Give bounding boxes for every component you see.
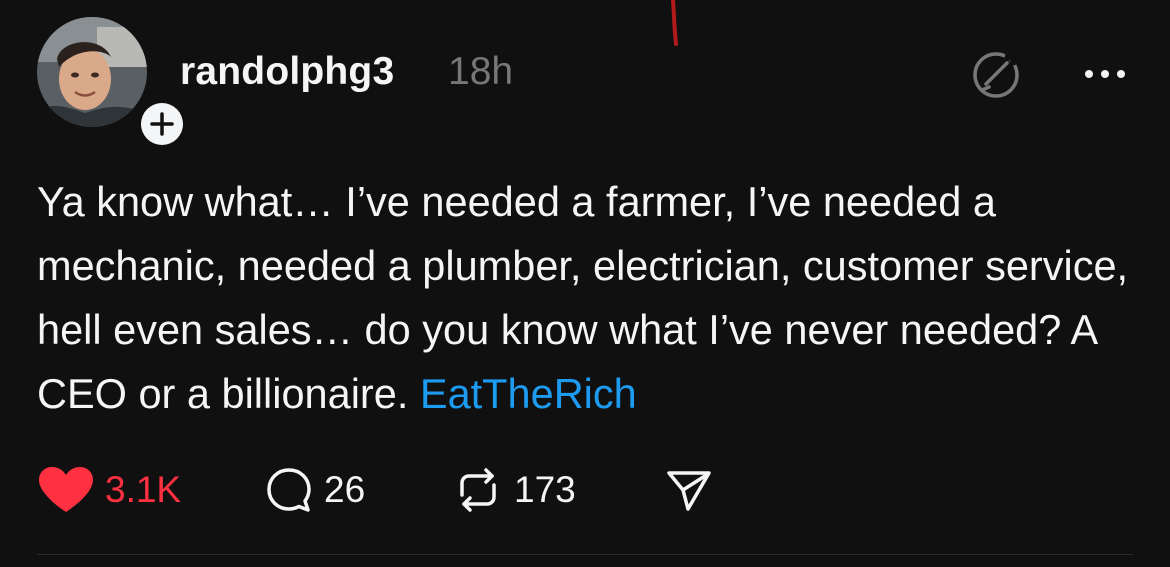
avatar-photo — [37, 17, 147, 127]
divider — [37, 554, 1133, 555]
reply-button[interactable]: 26 — [264, 465, 365, 515]
red-pen-mark — [671, 0, 678, 46]
repost-count: 173 — [514, 469, 576, 510]
like-count: 3.1K — [105, 469, 182, 510]
reply-count: 26 — [324, 469, 366, 510]
send-icon — [667, 471, 711, 511]
repost-icon — [460, 468, 496, 512]
repost-button[interactable]: 173 — [452, 465, 576, 515]
hashtag-link[interactable]: EatTheRich — [420, 370, 637, 417]
like-button[interactable]: 3.1K — [37, 465, 181, 515]
plus-icon — [141, 103, 183, 145]
avatar[interactable] — [37, 17, 187, 149]
heart-icon — [39, 467, 93, 512]
post-card: randolphg3 18h Ya know what… I’ve needed… — [0, 0, 1170, 567]
ai-label-icon[interactable] — [969, 50, 1023, 100]
action-bar: 3.1K 26 173 — [37, 465, 737, 515]
more-icon[interactable] — [1082, 64, 1128, 84]
timestamp: 18h — [448, 50, 514, 93]
post-body: Ya know what… I’ve needed a farmer, I’ve… — [37, 170, 1137, 426]
username[interactable]: randolphg3 — [180, 50, 394, 94]
comment-icon — [267, 468, 311, 512]
share-button[interactable] — [664, 465, 714, 515]
follow-button[interactable] — [137, 99, 187, 149]
